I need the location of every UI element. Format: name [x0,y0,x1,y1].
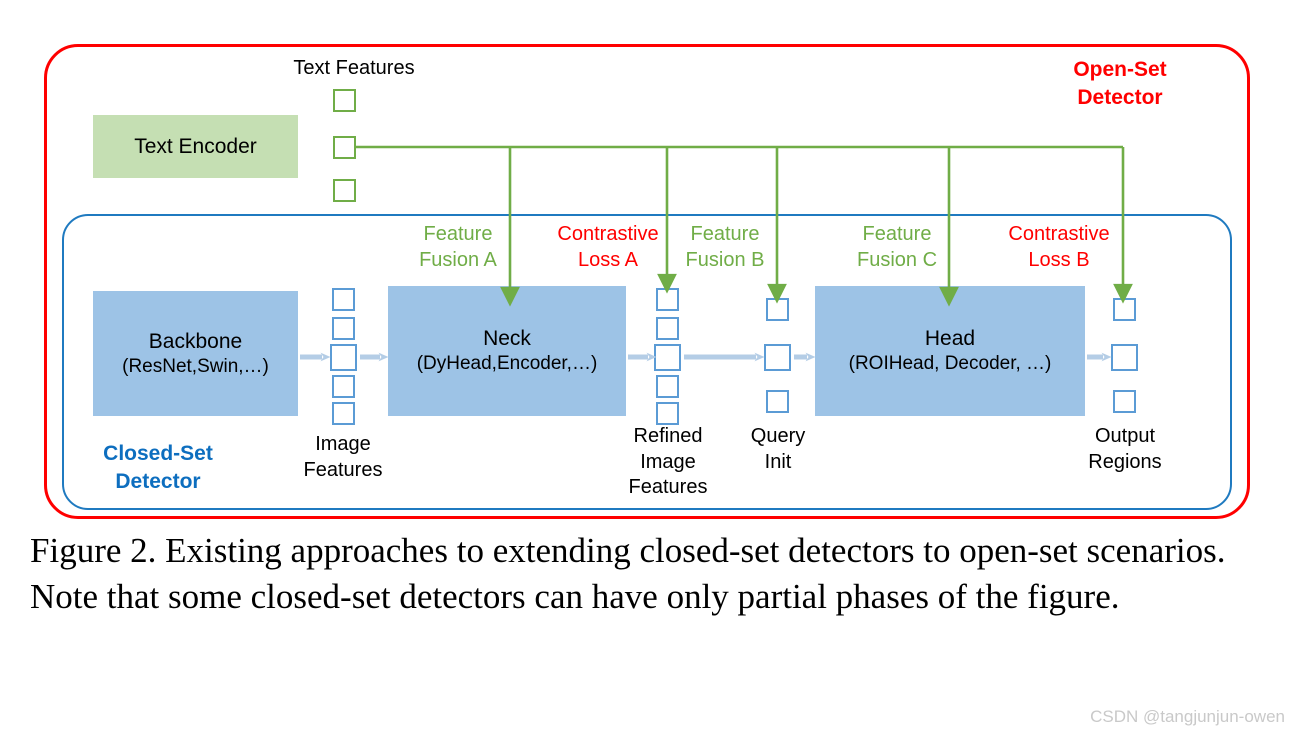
query-init-square [766,390,789,413]
text-feature-square [333,89,356,112]
watermark: CSDN @tangjunjun-owen [1090,707,1285,726]
image-feature-square [332,317,355,340]
head-subtitle: (ROIHead, Decoder, …) [848,353,1052,375]
refined-image-feature-square [656,317,679,340]
head-block: Head (ROIHead, Decoder, …) [815,286,1085,416]
feature-fusion-a-label: Feature Fusion A [419,223,497,271]
figure-canvas: Open-Set Detector Closed-Set Detector Te… [0,0,1303,737]
query-init-label: Query Init [750,425,806,473]
neck-block: Neck (DyHead,Encoder,…) [388,286,626,416]
image-feature-square [332,288,355,311]
image-feature-square [332,375,355,398]
output-region-square [1111,344,1138,371]
head-title: Head [924,327,976,350]
query-init-square [764,344,791,371]
image-feature-square [330,344,357,371]
refined-image-feature-square [656,402,679,425]
text-features-label: Text Features [293,57,415,79]
refined-image-feature-square [656,375,679,398]
query-init-square [766,298,789,321]
text-feature-square [333,179,356,202]
backbone-title: Backbone [148,329,243,353]
figure-caption: Figure 2. Existing approaches to extendi… [30,531,1226,616]
refined-image-features-label: Refined Image Features [628,425,708,499]
open-set-detector-label: Open-Set Detector [1073,58,1167,109]
refined-image-feature-square [656,288,679,311]
feature-fusion-b-label: Feature Fusion B [685,223,765,271]
output-region-square [1113,298,1136,321]
neck-subtitle: (DyHead,Encoder,…) [416,353,598,375]
contrastive-loss-a-label: Contrastive Loss A [557,223,659,271]
image-feature-square [332,402,355,425]
text-encoder-block: Text Encoder [93,115,298,178]
contrastive-loss-b-label: Contrastive Loss B [1008,223,1110,271]
feature-fusion-c-label: Feature Fusion C [856,223,938,271]
image-features-label: Image Features [303,433,383,481]
output-regions-label: Output Regions [1088,425,1162,473]
backbone-subtitle: (ResNet,Swin,…) [122,355,269,377]
refined-image-feature-square [654,344,681,371]
backbone-block: Backbone (ResNet,Swin,…) [93,291,298,416]
neck-title: Neck [483,327,531,350]
text-encoder-label: Text Encoder [134,134,257,158]
text-feature-square [333,136,356,159]
output-region-square [1113,390,1136,413]
closed-set-detector-label: Closed-Set Detector [103,442,213,493]
